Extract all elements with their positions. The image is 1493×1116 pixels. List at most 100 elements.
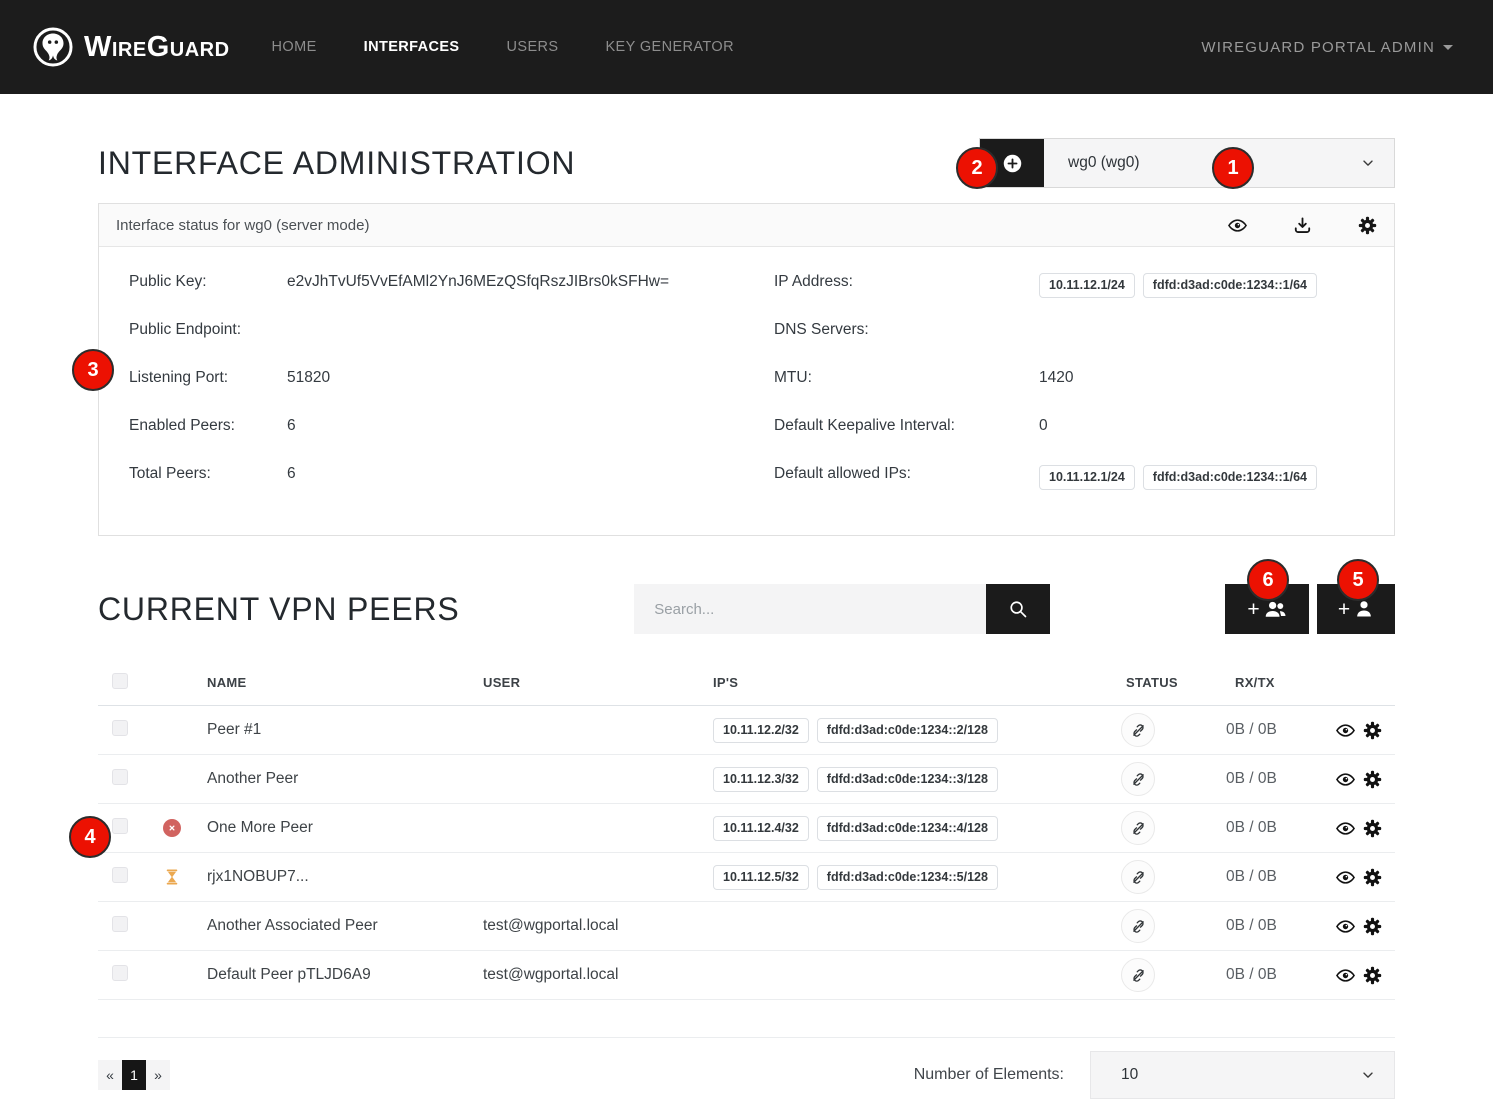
peer-ip-badge: 10.11.12.4/32 xyxy=(713,816,809,841)
col-status: STATUS xyxy=(1111,675,1226,690)
elements-select[interactable]: 10 xyxy=(1090,1051,1395,1099)
gear-icon[interactable] xyxy=(1358,216,1377,235)
peer-name: Default Peer pTLJD6A9 xyxy=(207,966,483,984)
eye-icon[interactable] xyxy=(1228,216,1247,235)
row-checkbox[interactable] xyxy=(112,965,128,981)
peers-table: NAME USER IP'S STATUS RX/TX Peer #1 10.1… xyxy=(98,660,1395,1038)
link-off-icon xyxy=(1121,958,1155,992)
peer-rxtx: 0B / 0B xyxy=(1226,917,1336,935)
mtu-value: 1420 xyxy=(1039,369,1073,387)
ip-address-badge: 10.11.12.1/24 xyxy=(1039,273,1135,298)
annotation-badge-6: 6 xyxy=(1247,559,1289,601)
nav-item-users[interactable]: USERS xyxy=(507,39,559,55)
peer-name: Peer #1 xyxy=(207,721,483,739)
peer-ip-badge: fdfd:d3ad:c0de:1234::3/128 xyxy=(817,767,998,792)
download-icon[interactable] xyxy=(1293,216,1312,235)
row-checkbox[interactable] xyxy=(112,769,128,785)
table-row: Another Associated Peer test@wgportal.lo… xyxy=(98,902,1395,951)
row-checkbox[interactable] xyxy=(112,867,128,883)
nav-items: HOME INTERFACES USERS KEY GENERATOR xyxy=(272,39,734,55)
user-menu-dropdown[interactable]: WIREGUARD PORTAL ADMIN xyxy=(1201,39,1453,56)
peer-rxtx: 0B / 0B xyxy=(1226,721,1336,739)
edit-peer-icon[interactable] xyxy=(1363,819,1382,838)
link-off-icon xyxy=(1121,909,1155,943)
view-peer-icon[interactable] xyxy=(1336,868,1355,887)
enabled-peers-label: Enabled Peers: xyxy=(129,417,287,435)
pagination: « 1 » xyxy=(98,1060,170,1090)
peers-title: CURRENT VPN PEERS xyxy=(98,591,460,628)
edit-peer-icon[interactable] xyxy=(1363,770,1382,789)
link-off-icon xyxy=(1121,811,1155,845)
mtu-label: MTU: xyxy=(774,369,1039,387)
table-row: Another Peer 10.11.12.3/32 fdfd:d3ad:c0d… xyxy=(98,755,1395,804)
col-name: NAME xyxy=(207,675,483,690)
table-header: NAME USER IP'S STATUS RX/TX xyxy=(98,660,1395,706)
table-row: Default Peer pTLJD6A9 test@wgportal.loca… xyxy=(98,951,1395,1000)
peer-ip-badge: fdfd:d3ad:c0de:1234::5/128 xyxy=(817,865,998,890)
keepalive-value: 0 xyxy=(1039,417,1048,435)
listening-port-value: 51820 xyxy=(287,369,330,387)
allowed-ips-label: Default allowed IPs: xyxy=(774,465,1039,483)
nav-item-home[interactable]: HOME xyxy=(272,39,317,55)
view-peer-icon[interactable] xyxy=(1336,917,1355,936)
peer-name: Another Associated Peer xyxy=(207,917,483,935)
peer-ip-badge: 10.11.12.2/32 xyxy=(713,718,809,743)
enabled-peers-value: 6 xyxy=(287,417,296,435)
peer-ip-badge: 10.11.12.3/32 xyxy=(713,767,809,792)
view-peer-icon[interactable] xyxy=(1336,770,1355,789)
peer-rxtx: 0B / 0B xyxy=(1226,770,1336,788)
allowed-ip-badge: fdfd:d3ad:c0de:1234::1/64 xyxy=(1143,465,1317,490)
table-row: One More Peer 10.11.12.4/32 fdfd:d3ad:c0… xyxy=(98,804,1395,853)
peer-user: test@wgportal.local xyxy=(483,917,713,935)
annotation-badge-2: 2 xyxy=(956,147,998,189)
public-key-label: Public Key: xyxy=(129,273,287,291)
interface-status-header: Interface status for wg0 (server mode) xyxy=(99,204,1394,247)
nav-item-interfaces[interactable]: INTERFACES xyxy=(364,39,460,55)
allowed-ip-badge: 10.11.12.1/24 xyxy=(1039,465,1135,490)
edit-peer-icon[interactable] xyxy=(1363,868,1382,887)
wireguard-portal-page: WireGuard HOME INTERFACES USERS KEY GENE… xyxy=(0,0,1493,1116)
col-rxtx: RX/TX xyxy=(1226,675,1336,690)
search-icon xyxy=(1008,599,1028,619)
table-row: Peer #1 10.11.12.2/32 fdfd:d3ad:c0de:123… xyxy=(98,706,1395,755)
row-checkbox[interactable] xyxy=(112,916,128,932)
view-peer-icon[interactable] xyxy=(1336,966,1355,985)
link-off-icon xyxy=(1121,762,1155,796)
select-all-checkbox[interactable] xyxy=(112,673,128,689)
search-button[interactable] xyxy=(986,584,1050,634)
search-input[interactable] xyxy=(634,584,986,634)
row-checkbox[interactable] xyxy=(112,818,128,834)
edit-peer-icon[interactable] xyxy=(1363,966,1382,985)
caret-down-icon xyxy=(1443,45,1453,50)
pagination-next-button[interactable]: » xyxy=(146,1060,170,1090)
brand-name: WireGuard xyxy=(84,31,230,64)
public-endpoint-label: Public Endpoint: xyxy=(129,321,287,339)
view-peer-icon[interactable] xyxy=(1336,721,1355,740)
pagination-prev-button[interactable]: « xyxy=(98,1060,122,1090)
elements-select-value: 10 xyxy=(1121,1066,1360,1084)
view-peer-icon[interactable] xyxy=(1336,819,1355,838)
col-user: USER xyxy=(483,675,713,690)
person-icon xyxy=(1354,599,1374,619)
listening-port-label: Listening Port: xyxy=(129,369,287,387)
nav-item-key-generator[interactable]: KEY GENERATOR xyxy=(605,39,734,55)
dns-servers-label: DNS Servers: xyxy=(774,321,1039,339)
plus-circle-icon xyxy=(1002,153,1023,174)
link-off-icon xyxy=(1121,860,1155,894)
interface-status-card: Interface status for wg0 (server mode) P… xyxy=(98,203,1395,536)
brand[interactable]: WireGuard xyxy=(32,26,230,68)
peer-rxtx: 0B / 0B xyxy=(1226,819,1336,837)
pagination-page-1-button[interactable]: 1 xyxy=(122,1060,146,1090)
peer-user: test@wgportal.local xyxy=(483,966,713,984)
chevron-down-icon xyxy=(1360,1067,1376,1083)
annotation-badge-1: 1 xyxy=(1212,147,1254,189)
edit-peer-icon[interactable] xyxy=(1363,721,1382,740)
keepalive-label: Default Keepalive Interval: xyxy=(774,417,1039,435)
public-key-value: e2vJhTvUf5VvEfAMl2YnJ6MEzQSfqRszJIBrs0kS… xyxy=(287,273,669,291)
row-checkbox[interactable] xyxy=(112,720,128,736)
total-peers-value: 6 xyxy=(287,465,296,483)
peer-name: rjx1NOBUP7... xyxy=(207,868,483,886)
edit-peer-icon[interactable] xyxy=(1363,917,1382,936)
plus-icon: + xyxy=(1247,599,1259,620)
annotation-badge-4: 4 xyxy=(69,816,111,858)
